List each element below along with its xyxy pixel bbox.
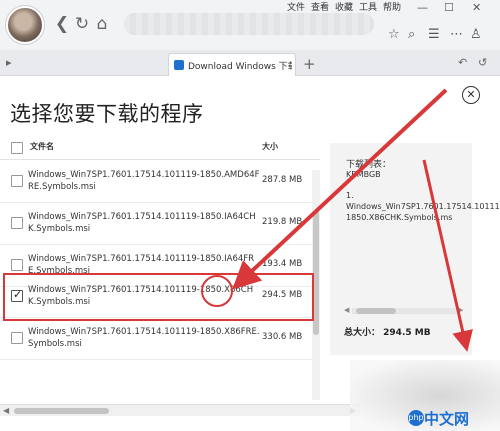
- more-icon[interactable]: ⋯: [450, 27, 463, 42]
- page-hscrollbar[interactable]: ◀ ▶: [0, 404, 360, 416]
- menu-grid-icon[interactable]: ☰: [428, 27, 440, 42]
- dialog-title: 选择您要下载的程序: [10, 102, 204, 126]
- back-icon[interactable]: ❮: [52, 14, 72, 34]
- list-header: 文件名 大小: [0, 138, 320, 160]
- scroll-right-icon[interactable]: ▶: [458, 306, 463, 314]
- menu-favorites[interactable]: 收藏: [335, 3, 353, 13]
- panel-unit: KBMBGB: [346, 170, 381, 179]
- search-icon[interactable]: ⌕: [408, 27, 415, 42]
- total-value: 294.5 MB: [383, 328, 431, 338]
- file-name: Windows_Win7SP1.7601.17514.101119-1850.I…: [28, 212, 256, 234]
- maximize-button[interactable]: ☐: [444, 2, 454, 14]
- header-file-name: 文件名: [30, 142, 54, 151]
- menu-help[interactable]: 帮助: [383, 3, 401, 13]
- select-all-checkbox[interactable]: [11, 142, 23, 154]
- new-tab-button[interactable]: +: [303, 55, 316, 73]
- tab-back-icon[interactable]: ↶: [458, 56, 467, 69]
- page-scroll-thumb[interactable]: [14, 408, 109, 414]
- download-summary-panel: 下载列表： KBMBGB 1. Windows_Win7SP1.7601.175…: [330, 143, 500, 355]
- panel-hscrollbar[interactable]: [352, 308, 456, 314]
- minimize-button[interactable]: —: [417, 2, 428, 14]
- tab-undo-icon[interactable]: ↺: [478, 56, 487, 69]
- close-dialog-button[interactable]: ✕: [462, 86, 480, 104]
- file-row[interactable]: Windows_Win7SP1.7601.17514.101119-1850.I…: [0, 203, 320, 245]
- total-size: 总大小： 294.5 MB: [344, 325, 431, 338]
- scroll-left-icon[interactable]: ◀: [344, 306, 349, 314]
- panel-title: 下载列表：: [346, 160, 392, 170]
- file-list: 文件名 大小 Windows_Win7SP1.7601.17514.101119…: [0, 130, 320, 400]
- file-checkbox[interactable]: [11, 259, 23, 271]
- file-row[interactable]: Windows_Win7SP1.7601.17514.101119-1850.X…: [0, 318, 320, 360]
- user-icon[interactable]: ♙: [470, 27, 482, 42]
- file-checkbox[interactable]: [11, 332, 23, 344]
- x86chk-circle-annotation: [201, 275, 233, 307]
- file-checkbox[interactable]: [11, 175, 23, 187]
- download-list-item: 1. Windows_Win7SP1.7601.17514.101119-185…: [346, 191, 500, 222]
- microsoft-icon: [174, 60, 184, 70]
- header-size: 大小: [262, 142, 278, 151]
- file-size: 193.4 MB: [262, 259, 303, 269]
- file-name: Windows_Win7SP1.7601.17514.101119-1850.A…: [28, 170, 260, 192]
- menu-view[interactable]: 查看: [311, 3, 329, 13]
- close-window-button[interactable]: ✕: [472, 2, 481, 14]
- panel-scroll-thumb[interactable]: [356, 308, 396, 314]
- file-row[interactable]: Windows_Win7SP1.7601.17514.101119-1850.A…: [0, 161, 320, 203]
- tab-title: Download Windows 下载 Wi: [188, 62, 292, 72]
- file-checkbox[interactable]: [11, 217, 23, 229]
- menu-tools[interactable]: 工具: [359, 3, 377, 13]
- file-name: Windows_Win7SP1.7601.17514.101119-1850.X…: [28, 327, 260, 349]
- user-avatar[interactable]: [6, 6, 44, 44]
- favorite-star-icon[interactable]: ☆: [388, 27, 400, 42]
- scroll-left-icon[interactable]: ◀: [3, 406, 9, 415]
- refresh-icon[interactable]: ↻: [72, 14, 92, 34]
- home-icon[interactable]: ⌂: [92, 14, 112, 34]
- total-label: 总大小：: [344, 328, 381, 338]
- watermark: 中文网: [424, 410, 470, 428]
- php-logo-icon: php: [408, 410, 424, 426]
- address-bar[interactable]: [124, 13, 374, 35]
- file-size: 287.8 MB: [262, 175, 303, 185]
- selected-row-highlight: [3, 273, 314, 321]
- browser-chrome: ❮ ↻ ⌂ 文件 查看 收藏 工具 帮助 — ☐ ✕ ☆ ⌕ ☰ ⋯ ♙ ▸ D…: [0, 0, 500, 76]
- menu-file[interactable]: 文件: [287, 3, 305, 13]
- file-size: 330.6 MB: [262, 332, 303, 342]
- file-size: 219.8 MB: [262, 217, 303, 227]
- tab-download[interactable]: Download Windows 下载 Wi: [168, 53, 296, 76]
- sidebar-toggle-icon[interactable]: ▸: [6, 56, 12, 69]
